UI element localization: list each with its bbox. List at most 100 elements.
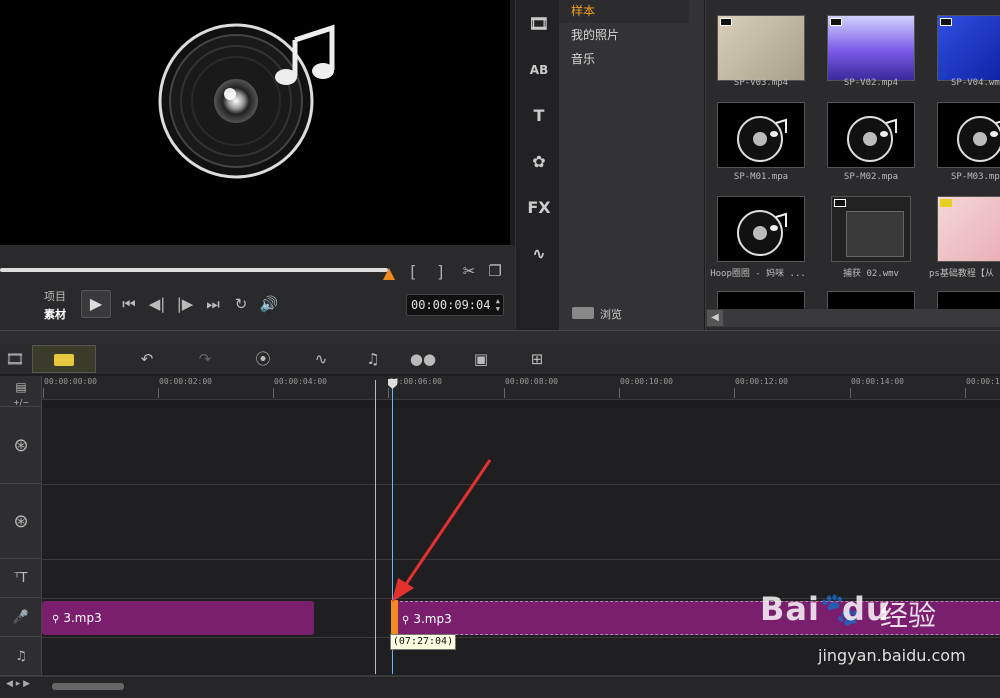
fx-icon[interactable]: FX [524,194,554,222]
auto-music-icon[interactable]: ♫ [358,344,388,374]
thumbnail[interactable] [717,196,805,262]
timeline-view-button[interactable] [32,345,96,373]
paw-icon: 🐾 [819,590,861,628]
nav-item-samples[interactable]: 样本 [559,0,689,23]
mark-out-button[interactable]: ] [436,262,446,281]
thumbnail[interactable] [717,291,805,311]
watermark: Bai🐾du 经验 jingyan.baidu.com [760,590,1000,670]
mode-project-label[interactable]: 项目 [44,288,66,304]
ruler-tick [734,388,735,398]
video-track[interactable] [42,408,1000,485]
microphone-icon: ⚲ [402,615,410,626]
graphics-icon[interactable]: ✿ [524,148,554,176]
track-headers: ▤ +/− ⊛ ⊛ ᵀT 🎤 ♫ [0,376,42,676]
thumbnail[interactable] [937,196,1000,262]
ruler-tick [43,388,44,398]
enlarge-preview-icon[interactable]: ❐ [484,262,506,280]
folder-icon[interactable] [572,307,594,319]
play-button[interactable]: ▶ [81,290,111,318]
scroll-left-icon[interactable]: ◀ [707,310,723,326]
watermark-brand-text: Bai [760,590,820,628]
go-to-end-icon[interactable]: ⏭ [202,295,224,313]
thumbnail[interactable] [937,102,1000,168]
music-speaker-icon [847,116,897,162]
motion-tracking-icon[interactable]: ●● [408,344,438,374]
mark-in-button[interactable]: [ [408,262,418,281]
record-capture-icon[interactable]: ⦿ [248,344,278,374]
undo-icon[interactable]: ↶ [132,344,162,374]
timecode-spinner[interactable]: ▲ ▼ [496,297,500,313]
media-icon[interactable]: 🎞 [524,10,554,38]
music-speaker-icon [737,210,787,256]
microphone-icon: ⚲ [52,614,60,625]
ruler-tick-label: 00:00:14:00 [851,377,904,386]
music-track-icon[interactable]: ♫ [0,638,42,676]
transition-icon[interactable]: AB [524,56,554,84]
title-track-icon[interactable]: ᵀT [0,560,42,598]
overlay-track-icon[interactable]: ⊛ [0,485,42,559]
sound-mixer-icon[interactable]: ∿ [306,344,336,374]
player-controls-panel [0,245,515,330]
multi-camera-icon[interactable]: ⊞ [522,344,552,374]
video-badge-icon [834,199,846,207]
scroll-left-icon[interactable]: ◀ ▸ ▶ [6,679,30,689]
panel-divider[interactable] [0,330,1000,344]
thumbnail[interactable] [827,15,915,81]
scissors-icon[interactable]: ✂ [458,262,480,280]
timeline-scrollbar-thumb[interactable] [52,683,124,690]
edit-marker-line [375,380,376,674]
library-scrollbar[interactable] [705,309,1000,327]
thumbnail-label: SP-M01.mpa [733,172,789,182]
next-frame-icon[interactable]: |▶ [174,295,196,313]
video-badge-icon [940,18,952,26]
thumbnail[interactable] [827,102,915,168]
ruler-tick-label: 00:00:02:00 [159,377,212,386]
voice-track-icon[interactable]: 🎤 [0,599,42,637]
ruler-tick-label: 00:00:1 [966,377,1000,386]
nav-item-my-photos[interactable]: 我的照片 [559,24,689,47]
timeline-footer [0,676,1000,698]
title-icon[interactable]: T [524,102,554,130]
previous-frame-icon[interactable]: ◀| [146,295,168,313]
nav-item-music[interactable]: 音乐 [559,48,689,71]
timecode-field[interactable]: 00:00:09:04 ▲ ▼ [406,294,504,316]
watermark-product: 经验 [880,599,937,632]
thumbnail[interactable] [717,102,805,168]
go-to-start-icon[interactable]: ⏮ [118,295,140,313]
ruler-tick-label: 00:00:10:00 [620,377,673,386]
volume-icon[interactable]: 🔊 [258,295,280,313]
ruler-tick-label: 00:00:04:00 [274,377,327,386]
thumbnail-label: SP-M03.mp [951,172,1000,182]
overlay-track[interactable] [42,485,1000,560]
library-grid: SP-V03.mp4 SP-V02.mp4 SP-V04.wm SP-M01.m… [705,0,1000,330]
redo-icon[interactable]: ↷ [190,344,220,374]
ruler-tick [965,388,966,398]
audio-clip[interactable]: ⚲ 3.mp3 [42,601,314,635]
library-nav: 样本 我的照片 音乐 [559,0,704,330]
thumbnail[interactable] [937,15,1000,81]
ruler-tick [273,388,274,398]
thumbnail-label: 捕获 02.wmv [843,269,899,279]
ruler-tick [850,388,851,398]
subtitle-editor-icon[interactable]: ▣ [466,344,496,374]
thumbnail[interactable] [827,291,915,311]
video-badge-icon [940,199,952,207]
preview-window [0,0,510,245]
browse-button[interactable]: 浏览 [600,306,622,322]
thumbnail-label: SP-V04.wm [951,78,1000,88]
zoom-control[interactable]: +/− [13,398,29,407]
mode-clip-label[interactable]: 素材 [44,306,66,322]
repeat-icon[interactable]: ↻ [230,295,252,313]
ruler-tick [158,388,159,398]
thumbnail[interactable] [717,15,805,81]
thumbnail[interactable] [937,291,1000,311]
scrub-bar[interactable] [0,268,388,272]
path-icon[interactable]: ∿ [524,240,554,268]
thumbnail-label: Hoop圈圈 - 妈咪 ... [710,269,806,279]
track-manager-icon[interactable]: ▤ +/− [0,376,42,407]
scrub-handle[interactable] [383,268,395,280]
thumbnail[interactable] [831,196,911,262]
video-track-icon[interactable]: ⊛ [0,408,42,484]
watermark-brand: Bai🐾du [760,590,890,628]
storyboard-view-icon[interactable]: 🎞 [0,344,30,374]
